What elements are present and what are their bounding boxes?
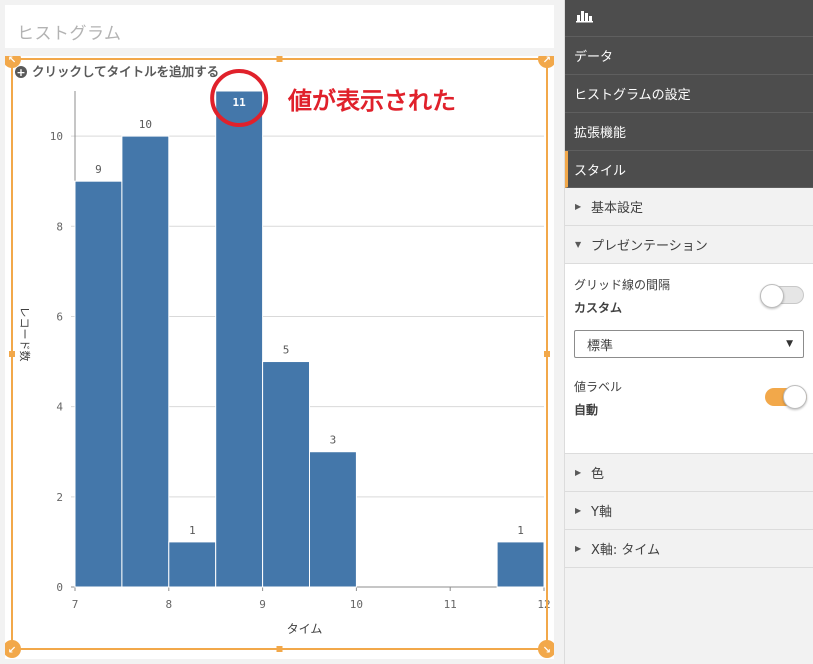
section-color[interactable]: ▶ 色 — [565, 454, 813, 492]
chevron-down-icon: ▼ — [786, 339, 793, 349]
bar-value-label: 5 — [283, 344, 290, 357]
bar-value-label: 11 — [233, 96, 247, 109]
histogram-bar[interactable] — [262, 361, 311, 588]
caret-right-icon: ▶ — [575, 506, 582, 515]
y-tick-label: 8 — [56, 220, 63, 233]
histogram-bar[interactable] — [74, 180, 123, 588]
grid-spacing-label: グリッド線の間隔 — [574, 278, 671, 292]
section-presentation[interactable]: ▼ プレゼンテーション — [565, 226, 813, 264]
histogram-icon — [574, 9, 596, 27]
x-tick-label: 8 — [165, 598, 172, 611]
resize-arrow-icon: ↙ — [8, 645, 16, 656]
caret-right-icon: ▶ — [575, 202, 582, 211]
select-value: 標準 — [587, 338, 614, 354]
value-labels-label: 値ラベル — [574, 380, 623, 394]
value-labels-value: 自動 — [574, 403, 599, 417]
toggle-knob — [760, 284, 784, 308]
bar-value-label: 9 — [95, 163, 102, 176]
toggle-knob — [783, 385, 807, 409]
histogram-bar[interactable] — [215, 90, 264, 588]
section-label: X軸: タイム — [591, 543, 661, 558]
caret-right-icon: ▶ — [575, 544, 582, 553]
histogram-object[interactable]: 0 2 4 6 8 10 7 8 9 10 11 12 9 10 1 11 5 3 1 タイム レコード数 + クリックして… — [5, 56, 554, 659]
resize-edge-handle[interactable] — [276, 56, 283, 62]
section-label: Y軸 — [591, 505, 612, 520]
y-tick-label: 6 — [56, 310, 63, 323]
annotation-text: 値が表示された — [287, 87, 456, 115]
tab-label: スタイル — [574, 163, 627, 179]
caret-right-icon: ▶ — [575, 468, 582, 477]
tab-label: データ — [574, 50, 614, 65]
tab-extensions[interactable]: 拡張機能 — [565, 113, 813, 151]
histogram-bar[interactable] — [309, 451, 357, 588]
caret-down-icon: ▼ — [575, 240, 582, 249]
bar-value-label: 3 — [330, 434, 337, 447]
tab-histogram-settings[interactable]: ヒストグラムの設定 — [565, 75, 813, 113]
histogram-bar[interactable] — [168, 541, 217, 588]
bar-value-label: 10 — [139, 118, 152, 131]
resize-arrow-icon: ↖ — [8, 56, 16, 66]
resize-edge-handle[interactable] — [9, 351, 15, 357]
y-tick-label: 0 — [56, 581, 63, 594]
presentation-body: グリッド線の間隔 カスタム 標準 ▼ 値ラベル 自動 — [565, 264, 813, 454]
panel-header — [565, 0, 813, 37]
y-axis-title: レコード数 — [18, 307, 31, 362]
section-label: 基本設定 — [591, 201, 644, 216]
qlik-sheet-editor: ヒストグラム 0 2 4 6 8 10 7 8 9 10 11 12 9 10 1 11 5 3 1 タイム レコード数… — [0, 0, 813, 664]
y-tick-label: 4 — [56, 401, 63, 414]
x-tick-label: 11 — [444, 598, 457, 611]
resize-arrow-icon: ↘ — [543, 645, 551, 656]
properties-panel: データ ヒストグラムの設定 拡張機能 スタイル ▶ 基本設定 ▼ プレゼンテーシ… — [564, 0, 813, 664]
grid-spacing-select[interactable]: 標準 ▼ — [574, 330, 804, 358]
section-basic-settings[interactable]: ▶ 基本設定 — [565, 188, 813, 226]
y-tick-label: 2 — [56, 491, 63, 504]
sheet-header: ヒストグラム — [5, 5, 554, 48]
section-label: 色 — [591, 467, 605, 482]
x-tick-label: 10 — [350, 598, 363, 611]
histogram-bar[interactable] — [496, 541, 545, 588]
grid-spacing-toggle[interactable] — [760, 284, 804, 308]
value-labels-toggle[interactable] — [765, 385, 807, 409]
add-title-placeholder[interactable]: クリックしてタイトルを追加する — [32, 64, 219, 79]
histogram-chart: 02468107 8 9 10 11 12910111531タイムレコード数+ クリックして… — [5, 56, 554, 658]
tab-label: 拡張機能 — [574, 126, 627, 141]
bar-value-label: 1 — [189, 524, 196, 537]
tab-style[interactable]: スタイル — [565, 151, 813, 188]
x-axis-title: タイム — [287, 622, 323, 636]
resize-edge-handle[interactable] — [544, 351, 550, 357]
tab-label: ヒストグラムの設定 — [574, 88, 691, 103]
resize-edge-handle[interactable] — [276, 646, 283, 652]
section-y-axis[interactable]: ▶ Y軸 — [565, 492, 813, 530]
x-tick-label: 7 — [72, 598, 79, 611]
x-tick-label: 12 — [537, 598, 550, 611]
add-title-plus-glyph: + — [16, 66, 25, 79]
sheet-title[interactable]: ヒストグラム — [17, 19, 122, 44]
x-tick-label: 9 — [259, 598, 266, 611]
section-label: プレゼンテーション — [591, 239, 708, 254]
bar-value-label: 1 — [517, 524, 524, 537]
y-tick-label: 10 — [50, 130, 63, 143]
resize-arrow-icon: ↗ — [543, 56, 551, 66]
histogram-bar[interactable] — [121, 135, 170, 588]
section-x-axis[interactable]: ▶ X軸: タイム — [565, 530, 813, 568]
grid-spacing-value: カスタム — [574, 301, 623, 315]
tab-data[interactable]: データ — [565, 37, 813, 75]
